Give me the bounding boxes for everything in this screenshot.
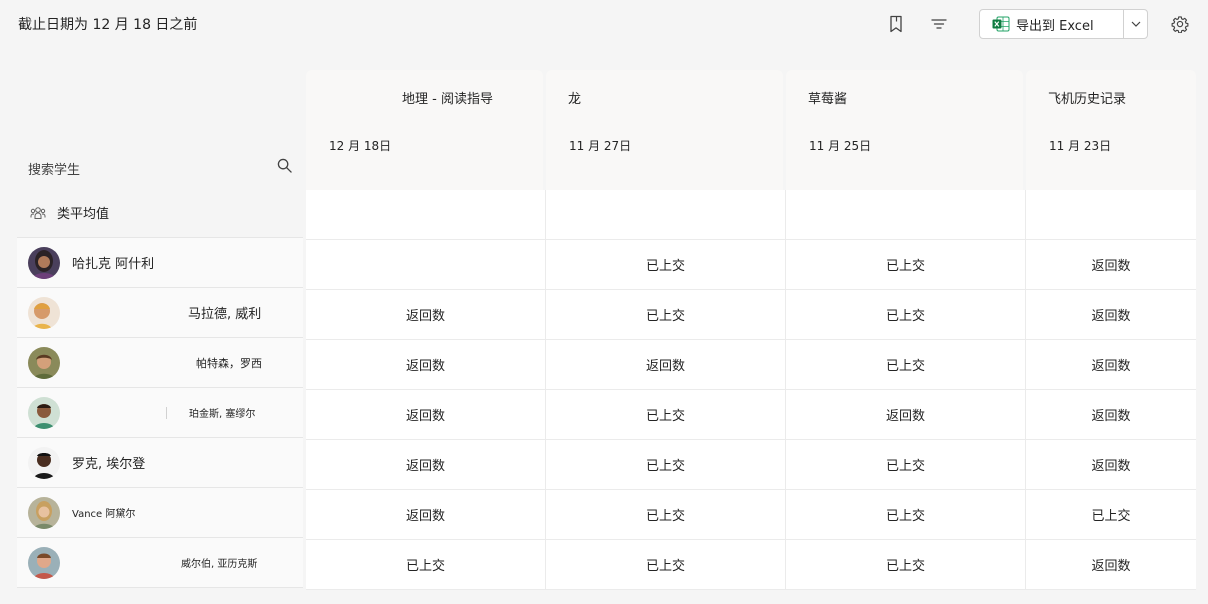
- avatar: [28, 546, 60, 579]
- assignment-header[interactable]: 地理 - 阅读指导 12 月 18日: [306, 70, 543, 190]
- status-cell[interactable]: 已上交: [546, 290, 786, 339]
- assignment-title[interactable]: 草莓酱: [808, 88, 847, 107]
- student-search[interactable]: 搜索学生: [17, 70, 303, 188]
- assignment-title[interactable]: 地理 - 阅读指导: [402, 88, 493, 107]
- avatar: [28, 346, 60, 379]
- gear-icon: [1171, 16, 1189, 33]
- status-cell[interactable]: 已上交: [306, 540, 546, 589]
- excel-icon: [992, 16, 1010, 32]
- status-cell[interactable]: 返回数: [786, 390, 1026, 439]
- student-row[interactable]: Vance 阿黛尔: [17, 488, 303, 538]
- assignment-due-date: 11 月 25日: [809, 139, 872, 153]
- student-row[interactable]: 马拉德, 威利: [17, 288, 303, 338]
- status-cell[interactable]: 返回数: [1026, 390, 1196, 439]
- name-divider: [166, 406, 167, 419]
- avatar: [28, 296, 60, 329]
- avatar: [28, 246, 60, 279]
- status-cell[interactable]: 已上交: [786, 540, 1026, 589]
- student-name[interactable]: 马拉德, 威利: [188, 303, 261, 322]
- class-average-grades-row: [306, 190, 1196, 240]
- status-cell[interactable]: 已上交: [786, 490, 1026, 539]
- top-bar: 截止日期为 12 月 18 日之前 导出到 Excel: [0, 0, 1208, 48]
- avatar: [28, 496, 60, 529]
- class-average-row: 类平均值: [17, 188, 303, 238]
- avatar: [28, 446, 60, 479]
- assignment-header[interactable]: 草莓酱 11 月 25日: [786, 70, 1023, 190]
- grades-row: 返回数 已上交 已上交 返回数: [306, 440, 1196, 490]
- status-cell[interactable]: 已上交: [786, 440, 1026, 489]
- assignment-header-row: 地理 - 阅读指导 12 月 18日 龙 11 月 27日 草莓酱 11 月 2…: [306, 70, 1196, 190]
- grades-row: 返回数 返回数 已上交 返回数: [306, 340, 1196, 390]
- avatar: [28, 396, 60, 429]
- page-title: 截止日期为 12 月 18 日之前: [18, 17, 198, 33]
- export-label: 导出到 Excel: [1016, 18, 1094, 34]
- grades-row: 返回数 已上交 已上交 已上交: [306, 490, 1196, 540]
- settings-button[interactable]: [1168, 12, 1192, 36]
- assignment-header[interactable]: 飞机历史记录 11 月 23日: [1026, 70, 1196, 190]
- grades-row: 已上交 已上交 已上交 返回数: [306, 540, 1196, 590]
- student-row[interactable]: 威尔伯, 亚历克斯: [17, 538, 303, 588]
- status-cell[interactable]: 返回数: [306, 390, 546, 439]
- average-cell: [546, 190, 786, 239]
- assignment-header[interactable]: 龙 11 月 27日: [546, 70, 783, 190]
- assignment-title[interactable]: 飞机历史记录: [1048, 88, 1126, 107]
- export-excel-button[interactable]: 导出到 Excel: [980, 10, 1124, 38]
- student-name[interactable]: 帕特森，罗西: [196, 355, 262, 371]
- status-cell[interactable]: 返回数: [1026, 290, 1196, 339]
- status-cell[interactable]: 返回数: [306, 290, 546, 339]
- status-cell[interactable]: 已上交: [546, 390, 786, 439]
- class-average-label: 类平均值: [57, 207, 110, 222]
- grades-row: 已上交 已上交 返回数: [306, 240, 1196, 290]
- status-cell[interactable]: 已上交: [546, 440, 786, 489]
- assignment-due-date: 11 月 23日: [1049, 139, 1112, 153]
- student-name[interactable]: 哈扎克 阿什利: [72, 253, 154, 272]
- student-row[interactable]: 哈扎克 阿什利: [17, 238, 303, 288]
- status-cell[interactable]: 已上交: [1026, 490, 1196, 539]
- status-cell[interactable]: 已上交: [546, 240, 786, 289]
- assignment-title[interactable]: 龙: [568, 88, 581, 107]
- grades-row: 返回数 已上交 已上交 返回数: [306, 290, 1196, 340]
- status-cell[interactable]: 返回数: [1026, 240, 1196, 289]
- chevron-down-icon: [1131, 21, 1140, 27]
- export-options-button[interactable]: [1124, 10, 1147, 38]
- filter-icon: [931, 19, 947, 29]
- student-name[interactable]: 珀金斯, 塞缪尔: [189, 405, 255, 420]
- grades-grid: 地理 - 阅读指导 12 月 18日 龙 11 月 27日 草莓酱 11 月 2…: [306, 70, 1196, 590]
- status-cell[interactable]: 已上交: [546, 490, 786, 539]
- status-cell[interactable]: 已上交: [786, 340, 1026, 389]
- search-icon[interactable]: [277, 158, 292, 173]
- status-cell[interactable]: 返回数: [1026, 340, 1196, 389]
- status-cell[interactable]: 返回数: [546, 340, 786, 389]
- assignment-due-date: 12 月 18日: [329, 139, 392, 153]
- status-cell[interactable]: 返回数: [306, 440, 546, 489]
- status-cell[interactable]: 已上交: [546, 540, 786, 589]
- student-row[interactable]: 珀金斯, 塞缪尔: [17, 388, 303, 438]
- export-split-button: 导出到 Excel: [979, 9, 1148, 39]
- filter-button[interactable]: [927, 12, 951, 36]
- student-column: 搜索学生 类平均值 哈扎克 阿什利 马拉德, 威利 帕特森，罗西 珀金斯, 塞缪…: [17, 70, 303, 588]
- status-cell[interactable]: 返回数: [1026, 440, 1196, 489]
- status-cell[interactable]: 已上交: [786, 290, 1026, 339]
- status-cell[interactable]: 返回数: [1026, 540, 1196, 589]
- grades-row: 返回数 已上交 返回数 返回数: [306, 390, 1196, 440]
- average-cell: [306, 190, 546, 239]
- average-cell: [786, 190, 1026, 239]
- status-cell[interactable]: 已上交: [786, 240, 1026, 289]
- student-name[interactable]: Vance 阿黛尔: [72, 505, 135, 520]
- grades-body: 已上交 已上交 返回数 返回数 已上交 已上交 返回数 返回数 返回数 已上交 …: [306, 190, 1196, 590]
- bookmark-icon: [890, 15, 902, 33]
- student-row[interactable]: 帕特森，罗西: [17, 338, 303, 388]
- status-cell[interactable]: [306, 240, 546, 289]
- average-cell: [1026, 190, 1196, 239]
- bookmark-button[interactable]: [884, 12, 908, 36]
- people-icon: [30, 206, 46, 219]
- status-cell[interactable]: 返回数: [306, 490, 546, 539]
- search-input[interactable]: 搜索学生: [28, 159, 80, 178]
- status-cell[interactable]: 返回数: [306, 340, 546, 389]
- assignment-due-date: 11 月 27日: [569, 139, 632, 153]
- student-row[interactable]: 罗克, 埃尔登: [17, 438, 303, 488]
- student-name[interactable]: 威尔伯, 亚历克斯: [181, 555, 257, 570]
- student-name[interactable]: 罗克, 埃尔登: [72, 453, 145, 472]
